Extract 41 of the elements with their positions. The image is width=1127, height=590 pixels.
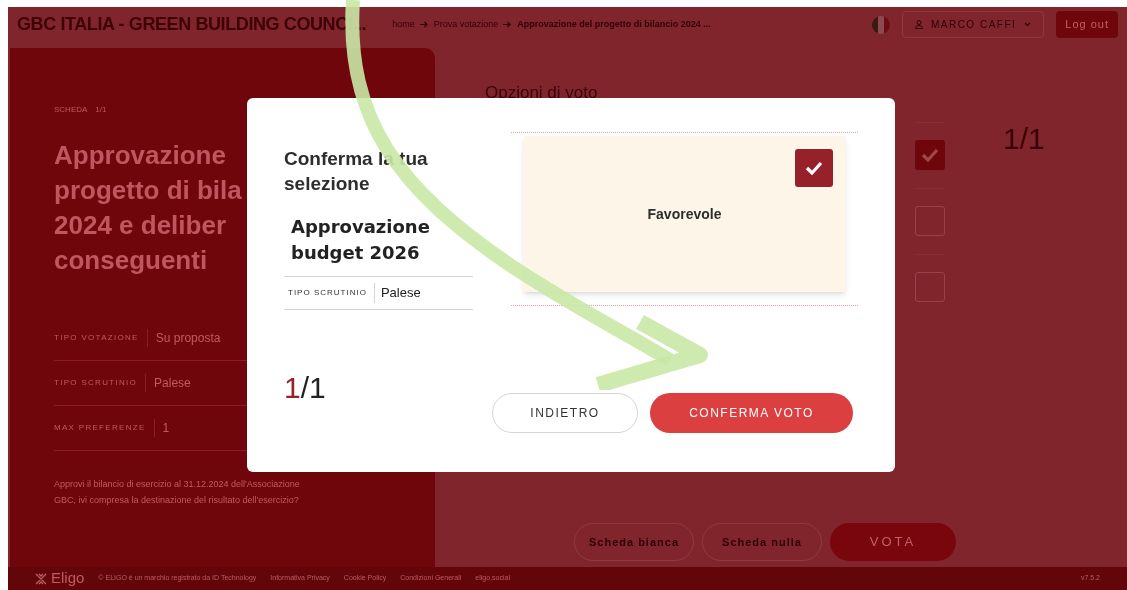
logout-button[interactable]: Log out — [1056, 11, 1118, 38]
checkbox[interactable] — [915, 206, 945, 236]
ballot-label: SCHEDA — [54, 104, 88, 116]
ballot-title-line: progetto di bila — [54, 174, 242, 207]
checkbox[interactable] — [915, 272, 945, 302]
breadcrumb-link[interactable]: home — [392, 17, 415, 32]
choice-label: Favorevole — [647, 204, 722, 224]
confirm-vote-button[interactable]: CONFERMA VOTO — [650, 393, 853, 433]
checkbox[interactable] — [795, 149, 833, 187]
dialog-ballot-title: Approvazione budget 2026 — [290, 215, 431, 265]
choice-card[interactable]: Favorevole — [523, 136, 846, 292]
vote-button[interactable]: VOTA — [830, 523, 956, 561]
vote-counter: 1/1 — [284, 371, 326, 405]
ballot-title-line: 2024 e deliber — [54, 209, 226, 242]
breadcrumb-link[interactable]: Approvazione del progetto di bilancio 2024 ... — [517, 17, 711, 32]
checkmark-icon — [805, 161, 823, 175]
detail-value: Palese — [145, 374, 191, 392]
checkbox[interactable] — [915, 140, 945, 170]
ballot-title-line: Approvazione — [54, 139, 226, 172]
detail-label: TIPO VOTAZIONE — [54, 332, 139, 344]
caret-icon — [1024, 22, 1032, 27]
user-menu[interactable]: MARCO CAFFI — [901, 11, 1045, 38]
options-counter: 1/1 — [1003, 120, 1045, 157]
options-title: Opzioni di voto — [485, 82, 598, 104]
arrow-icon — [503, 21, 513, 28]
arrow-icon — [419, 21, 429, 28]
detail-label: MAX PREFERENZE — [54, 422, 146, 434]
checkmark-icon — [921, 148, 939, 162]
breadcrumb-link[interactable]: Prova votazione — [433, 17, 499, 32]
flag-icon[interactable] — [871, 15, 890, 34]
detail-value: Palese — [373, 283, 421, 303]
user-icon — [914, 20, 923, 29]
brand-logo[interactable]: Eligo — [35, 567, 85, 590]
detail-label: TIPO SCRUTINIO — [288, 287, 367, 299]
cross-icon — [35, 572, 47, 585]
ballot-title-line: conseguenti — [54, 244, 208, 277]
detail-label: TIPO SCRUTINIO — [54, 377, 138, 389]
ballot-index: 1/1 — [95, 104, 107, 116]
detail-value: Su proposta — [146, 329, 221, 347]
dialog-title: Conferma la tua selezione — [284, 147, 429, 196]
detail-value: 1 — [153, 419, 170, 437]
